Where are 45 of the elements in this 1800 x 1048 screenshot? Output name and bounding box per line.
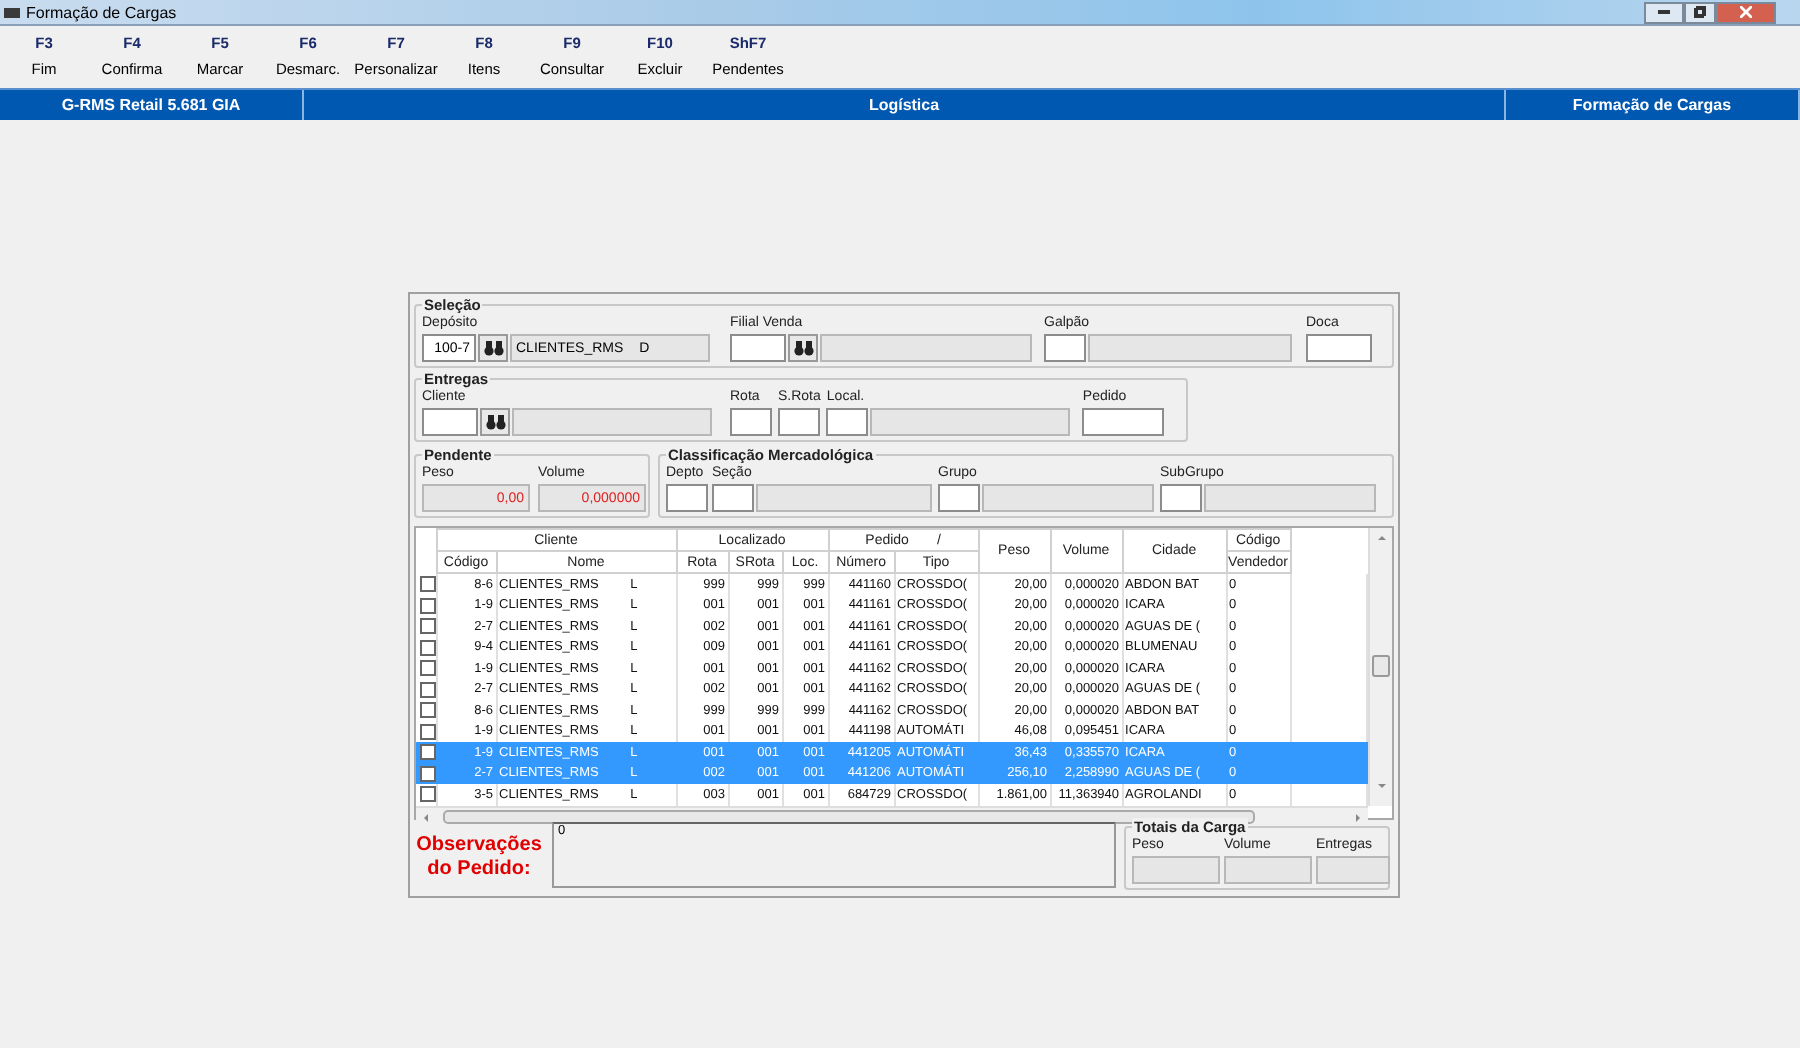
row-checkbox[interactable] [420,702,436,719]
search-lookup-button[interactable] [788,334,818,362]
vertical-scrollbar[interactable] [1368,528,1392,805]
input-field[interactable] [422,408,478,436]
row-checkbox[interactable] [420,576,436,592]
row-checkbox[interactable] [420,723,436,740]
row-checkbox[interactable] [420,618,436,635]
search-lookup-button[interactable] [478,334,508,362]
row-checkbox[interactable] [420,765,436,782]
close-icon [1740,6,1752,18]
module-name: Logística [868,96,940,114]
input-field[interactable] [938,484,980,512]
binoculars-icon [483,340,503,356]
close-button[interactable] [1716,1,1776,23]
input-field[interactable] [712,484,754,512]
minimize-button[interactable] [1644,1,1684,23]
input-field[interactable] [730,408,772,436]
row-checkbox[interactable] [420,639,436,656]
application-name: G-RMS Retail 5.681 GIA [61,96,241,114]
app-icon [4,7,20,17]
input-field[interactable] [1306,334,1372,362]
restore-icon [1694,6,1706,18]
binoculars-icon [793,340,813,356]
input-field[interactable] [1082,408,1165,436]
screen-name: Formação de Cargas [1572,96,1732,114]
input-field[interactable] [730,334,786,362]
minimize-icon [1658,10,1670,14]
input-field[interactable] [666,484,708,512]
row-checkbox[interactable] [420,681,436,698]
row-checkbox[interactable] [420,786,436,803]
input-field[interactable] [1160,484,1202,512]
restore-button[interactable] [1684,1,1716,23]
input-field[interactable] [778,408,820,436]
readonly-field [1132,856,1220,884]
window-title: Formação de Cargas [26,3,177,21]
readonly-field [1316,856,1390,884]
row-checkbox[interactable] [420,744,436,761]
readonly-field [1224,856,1312,884]
search-lookup-button[interactable] [480,408,510,436]
row-checkbox[interactable] [420,660,436,677]
input-field[interactable] [1044,334,1086,362]
observations-label: Observações do Pedido: [414,834,544,882]
input-field[interactable] [826,408,869,436]
binoculars-icon [485,414,505,430]
row-checkbox[interactable] [420,597,436,614]
